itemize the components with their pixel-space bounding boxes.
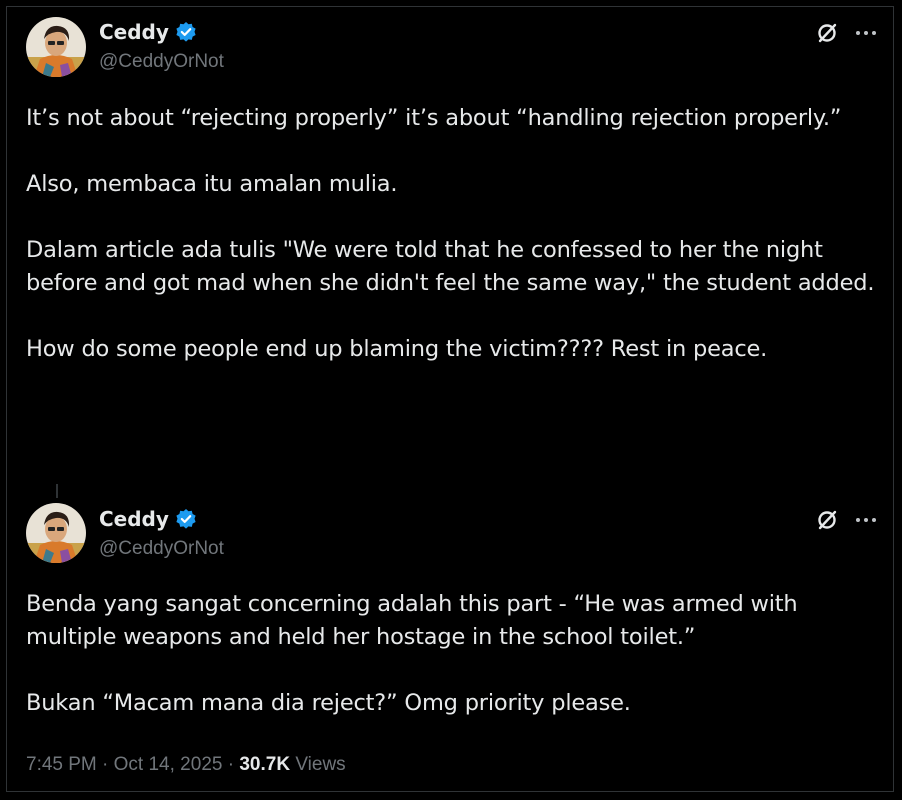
author-name-row[interactable]: Ceddy	[99, 20, 197, 44]
author-name[interactable]: Ceddy	[99, 507, 169, 531]
grok-icon[interactable]	[816, 509, 838, 531]
tweet-paragraph: Bukan “Macam mana dia reject?” Omg prior…	[26, 690, 631, 716]
tweet-paragraph: Also, membaca itu amalan mulia.	[26, 171, 398, 197]
views-label: Views	[295, 754, 346, 775]
author-name-row[interactable]: Ceddy	[99, 507, 197, 531]
thread-connector-line	[56, 484, 58, 498]
tweet-date[interactable]: Oct 14, 2025	[114, 754, 223, 775]
more-icon[interactable]	[856, 31, 876, 35]
tweet-paragraph: It’s not about “rejecting properly” it’s…	[26, 105, 842, 131]
tweet-text: Benda yang sangat concerning adalah this…	[26, 588, 876, 720]
tweet-actions	[816, 22, 876, 44]
tweet-actions	[816, 509, 876, 531]
meta-separator: ·	[227, 754, 235, 775]
tweet-meta: 7:45 PM · Oct 14, 2025 · 30.7K Views	[26, 754, 346, 776]
author-handle[interactable]: @CeddyOrNot	[99, 51, 224, 73]
verified-badge-icon	[176, 509, 196, 529]
tweet-text: It’s not about “rejecting properly” it’s…	[26, 102, 876, 366]
views-count: 30.7K	[239, 754, 291, 775]
tweet-time[interactable]: 7:45 PM	[26, 754, 97, 775]
author-handle[interactable]: @CeddyOrNot	[99, 538, 224, 560]
grok-icon[interactable]	[816, 22, 838, 44]
meta-separator: ·	[102, 754, 109, 775]
avatar-image	[26, 17, 86, 77]
more-icon[interactable]	[856, 518, 876, 522]
tweet-paragraph: Dalam article ada tulis "We were told th…	[26, 237, 875, 296]
avatar-image	[26, 503, 86, 563]
author-name[interactable]: Ceddy	[99, 20, 169, 44]
avatar[interactable]	[26, 17, 86, 77]
tweet-paragraph: How do some people end up blaming the vi…	[26, 336, 768, 362]
tweet-paragraph: Benda yang sangat concerning adalah this…	[26, 591, 798, 650]
avatar[interactable]	[26, 503, 86, 563]
verified-badge-icon	[176, 22, 196, 42]
